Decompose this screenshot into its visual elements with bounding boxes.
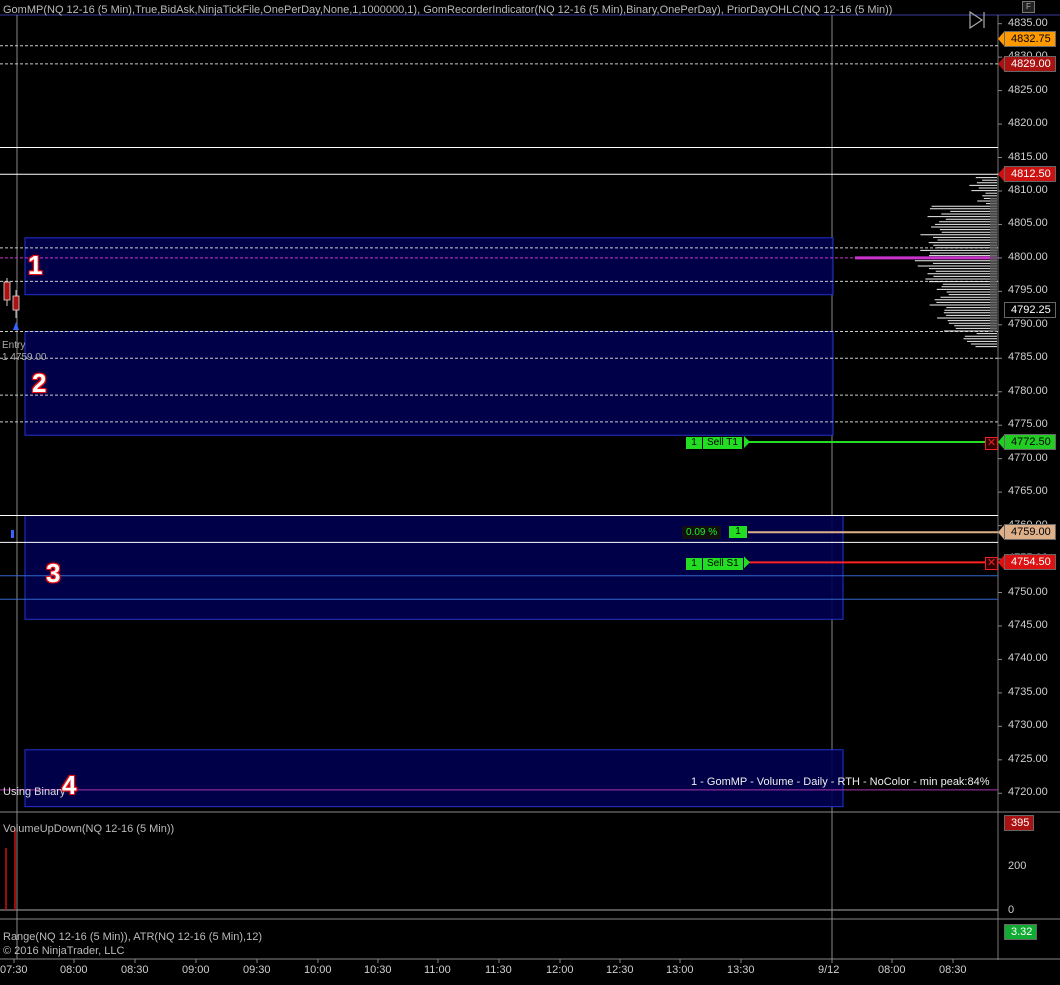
price-tick-label: 4775.00 <box>1008 418 1048 431</box>
time-tick-label: 09:00 <box>182 964 210 976</box>
price-tick-label: 4735.00 <box>1008 685 1048 698</box>
time-tick-label: 09:30 <box>243 964 271 976</box>
candle-body <box>12 295 20 311</box>
entry-price: 1 4759.00 <box>2 352 47 363</box>
zone-number-3: 3 <box>46 558 61 588</box>
price-tick-label: 4790.00 <box>1008 317 1048 330</box>
close-target-icon[interactable]: ✕ <box>985 437 998 450</box>
volume-tick-0: 0 <box>1008 904 1015 916</box>
volume-tick-200: 200 <box>1008 860 1027 872</box>
price-tick-label: 4720.00 <box>1008 786 1048 799</box>
price-tick-label: 4835.00 <box>1008 16 1048 29</box>
position-pnl: 0.09 % <box>682 526 722 539</box>
time-tick-label: 13:00 <box>666 964 694 976</box>
zone-number-2: 2 <box>32 368 47 398</box>
zone-box-1 <box>24 237 834 296</box>
position-qty[interactable]: 1 <box>729 526 747 538</box>
zone-number-4: 4 <box>62 770 77 800</box>
zone-box-2 <box>24 331 834 436</box>
copyright: © 2016 NinjaTrader, LLC <box>3 945 125 957</box>
profile-value-area <box>990 197 997 332</box>
time-tick-label: 12:00 <box>546 964 574 976</box>
stop-order-label[interactable]: Sell S1 <box>703 558 743 570</box>
target-order-label[interactable]: Sell T1 <box>703 437 742 449</box>
price-tick-label: 4825.00 <box>1008 83 1048 96</box>
time-tick-label: 08:00 <box>878 964 906 976</box>
price-tag: 4832.75 <box>1004 30 1056 47</box>
zone-number-1: 1 <box>28 250 43 280</box>
price-tick-label: 4810.00 <box>1008 183 1048 196</box>
price-tick-label: 4765.00 <box>1008 485 1048 498</box>
price-tick-label: 4725.00 <box>1008 752 1048 765</box>
time-tick-label: 13:30 <box>727 964 755 976</box>
price-tick-label: 4820.00 <box>1008 117 1048 130</box>
price-tick-label: 4745.00 <box>1008 618 1048 631</box>
price-tag: 4812.50 <box>1004 166 1056 183</box>
price-panel-title: GomMP(NQ 12-16 (5 Min),True,BidAsk,Ninja… <box>3 4 893 16</box>
chart-canvas[interactable] <box>0 0 1060 985</box>
time-tick-label: 11:30 <box>485 964 512 976</box>
entry-arrow <box>13 322 19 330</box>
gommp-info-label: 1 - GomMP - Volume - Daily - RTH - NoCol… <box>691 776 990 788</box>
time-tick-label: 08:30 <box>121 964 149 976</box>
price-tick-label: 4770.00 <box>1008 451 1048 464</box>
price-tick-label: 4780.00 <box>1008 384 1048 397</box>
price-tick-label: 4730.00 <box>1008 719 1048 732</box>
time-tick-label: 9/12 <box>818 964 840 976</box>
price-tag: 4772.50 <box>1004 433 1056 450</box>
time-tick-label: 10:30 <box>364 964 392 976</box>
price-tick-label: 4815.00 <box>1008 150 1048 163</box>
price-tag: 4792.25 <box>1004 301 1056 318</box>
time-tick-label: 12:30 <box>606 964 634 976</box>
price-tick-label: 4805.00 <box>1008 217 1048 230</box>
entry-label: Entry <box>2 340 26 351</box>
close-stop-icon[interactable]: ✕ <box>985 557 998 570</box>
price-tick-label: 4795.00 <box>1008 284 1048 297</box>
range-current-tag: 3.32 <box>1004 924 1038 940</box>
time-tick-label: 08:00 <box>60 964 88 976</box>
range-panel-title: Range(NQ 12-16 (5 Min)), ATR(NQ 12-16 (5… <box>3 931 262 943</box>
stop-order-qty[interactable]: 1 <box>686 558 702 570</box>
price-tag: 4759.00 <box>1004 524 1056 541</box>
time-tick-label: 11:00 <box>424 964 451 976</box>
price-tick-label: 4785.00 <box>1008 351 1048 364</box>
candle-body <box>3 281 11 301</box>
time-tick-label: 08:30 <box>939 964 967 976</box>
volume-current-tag: 395 <box>1004 815 1035 831</box>
price-tag: 4754.50 <box>1004 554 1056 571</box>
price-tick-label: 4800.00 <box>1008 250 1048 263</box>
time-tick-label: 07:30 <box>0 964 28 976</box>
fast-forward-icon[interactable] <box>968 10 992 30</box>
volume-panel-title: VolumeUpDown(NQ 12-16 (5 Min)) <box>3 823 175 835</box>
entry-marker <box>11 530 14 538</box>
target-order-qty[interactable]: 1 <box>686 437 702 449</box>
target-order-arrow <box>744 435 750 448</box>
panel-options-button[interactable]: F <box>1022 1 1035 13</box>
time-tick-label: 10:00 <box>304 964 332 976</box>
price-tag: 4829.00 <box>1004 55 1056 72</box>
price-tick-label: 4750.00 <box>1008 585 1048 598</box>
using-binary-label: Using Binary <box>3 786 66 798</box>
price-tick-label: 4740.00 <box>1008 652 1048 665</box>
